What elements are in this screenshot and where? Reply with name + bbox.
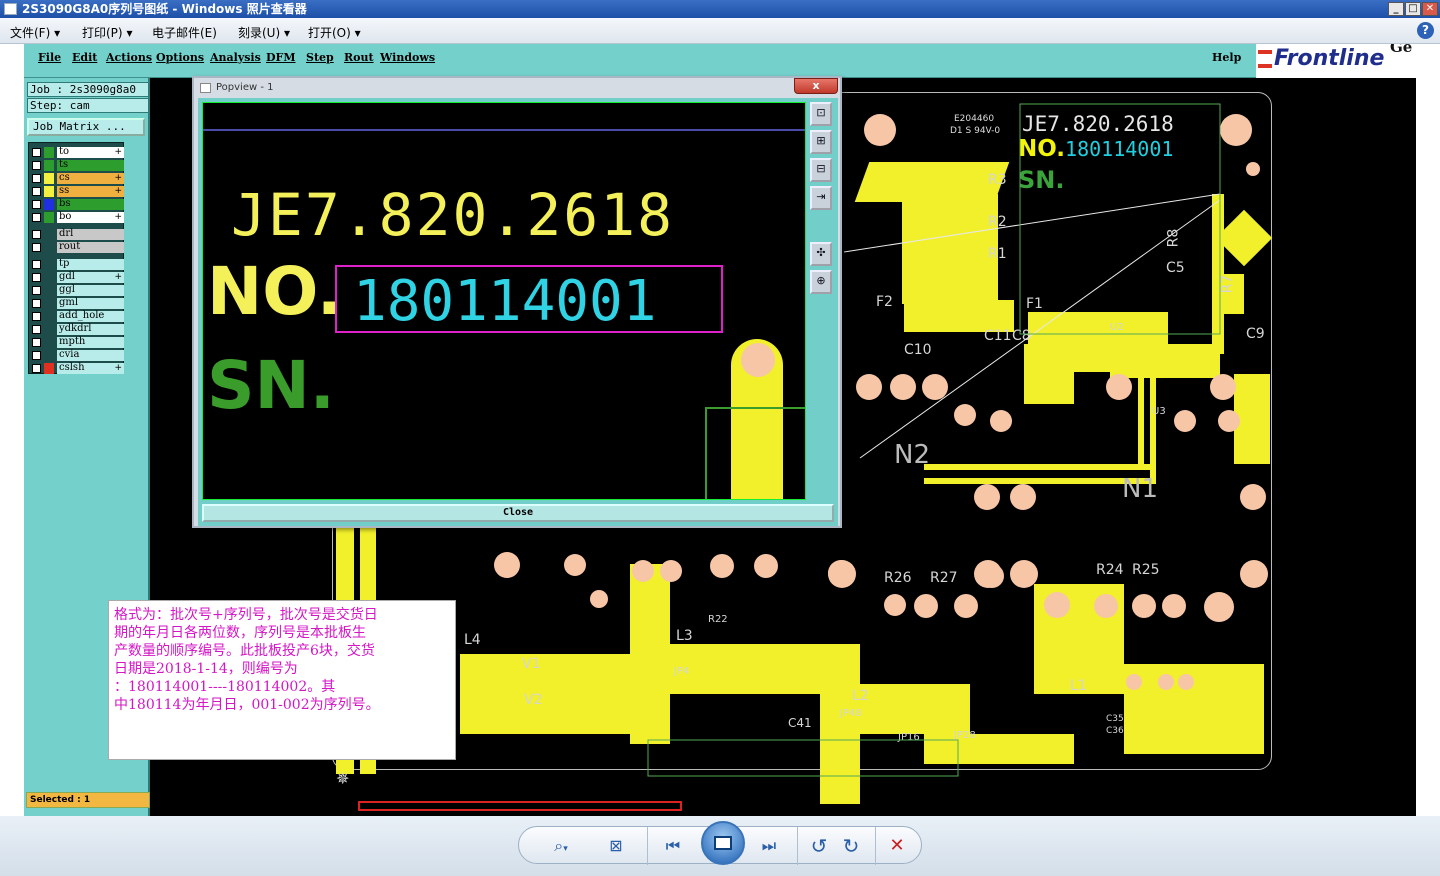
zoom-icon[interactable]: ⌕▾ (545, 835, 577, 857)
viewer-toolbar: ⌕▾ ⊠ ⏮ ⏭ ↺ ↻ ✕ (0, 816, 1440, 876)
annotation-note: 格式为：批次号+序列号，批次号是交货日 期的年月日各两位数，序列号是本批板生 产… (108, 600, 456, 760)
menu-open[interactable]: 打开(O) ▾ (308, 24, 361, 41)
minimize-button[interactable]: _ (1388, 2, 1404, 16)
menu-email[interactable]: 电子邮件(E) (152, 24, 217, 41)
rotate-counterclockwise-icon[interactable]: ↺ (807, 835, 831, 857)
app-icon (4, 3, 17, 15)
previous-image-icon[interactable]: ⏮ (659, 835, 687, 857)
crosshair-icon: ✵ (336, 769, 349, 788)
zoom-outline (705, 407, 707, 499)
toolbar-pill: ⌕▾ ⊠ ⏮ ⏭ ↺ ↻ ✕ (518, 821, 922, 865)
zoom-out-tool-icon: ⊞ (810, 130, 832, 154)
popview-window: Popview - 1 x JE7.820.2618 NO. 180114001… (192, 76, 842, 528)
note-line: 日期是2018-1-14，则编号为 (114, 661, 298, 677)
zoom-no-label: NO. (207, 253, 342, 330)
viewer-menu-bar: 文件(F) ▾ 打印(P) ▾ 电子邮件(E) 刻录(U) ▾ 打开(O) ▾ … (0, 18, 1440, 44)
menu-burn[interactable]: 刻录(U) ▾ (238, 24, 290, 41)
zoom-serial-number: 180114001 (353, 269, 657, 334)
photo-viewer-window: 2S3090G8A0序列号图纸 - Windows 照片查看器 _ □ ✕ 文件… (0, 0, 1440, 876)
selection-box (358, 801, 682, 811)
zoom-sn-label: SN. (207, 347, 335, 424)
zoom-fit-tool-icon: ⊟ (810, 158, 832, 182)
toolbar-divider (647, 827, 648, 865)
note-line: 期的年月日各两位数，序列号是本批板生 (114, 625, 366, 641)
zoom-in-tool-icon: ⊡ (810, 102, 832, 126)
fit-to-window-icon[interactable]: ⊠ (603, 835, 629, 857)
component-outline (647, 739, 959, 777)
help-icon[interactable]: ? (1417, 22, 1434, 39)
note-line: 格式为：批次号+序列号，批次号是交货日 (114, 607, 378, 623)
delete-icon[interactable]: ✕ (885, 835, 909, 857)
next-image-icon[interactable]: ⏭ (755, 835, 783, 857)
zoomed-pcb-view: JE7.820.2618 NO. 180114001 SN. (202, 102, 806, 500)
window-title-bar: 2S3090G8A0序列号图纸 - Windows 照片查看器 _ □ ✕ (0, 0, 1440, 18)
window-title: 2S3090G8A0序列号图纸 - Windows 照片查看器 (22, 2, 307, 16)
zoom-outline (705, 407, 805, 409)
menu-print[interactable]: 打印(P) ▾ (82, 24, 132, 41)
close-window-button[interactable]: ✕ (1422, 2, 1438, 16)
zoom-part-number: JE7.820.2618 (231, 181, 675, 249)
menu-file[interactable]: 文件(F) ▾ (10, 24, 60, 41)
note-line: ：180114001----180114002。其 (114, 679, 336, 695)
popview-body: JE7.820.2618 NO. 180114001 SN. ⊡ ⊞ ⊟ ⇥ ✣… (198, 98, 838, 526)
popview-close-icon: x (794, 78, 838, 94)
toolbar-divider (875, 827, 876, 865)
center-tool-icon: ⊕ (810, 270, 832, 294)
note-line: 中180114为年月日，001-002为序列号。 (114, 697, 380, 713)
zoom-pad-hole (741, 343, 775, 377)
popview-icon (200, 83, 211, 93)
maximize-button[interactable]: □ (1405, 2, 1421, 16)
popview-title-bar: Popview - 1 (194, 78, 840, 98)
zoom-home-tool-icon: ⇥ (810, 186, 832, 210)
photo-canvas: File Edit Actions Options Analysis DFM S… (24, 44, 1416, 816)
component-outline (1019, 103, 1221, 335)
zoom-top-line (203, 129, 805, 131)
popview-close-button: Close (202, 504, 834, 522)
pan-tool-icon: ✣ (810, 242, 832, 266)
note-line: 产数量的顺序编号。此批板投产6块，交货 (114, 643, 375, 659)
measure-line (859, 199, 1221, 459)
toolbar-divider (797, 827, 798, 865)
slideshow-button[interactable] (701, 821, 745, 865)
slideshow-screen-icon (714, 836, 732, 850)
measure-line (843, 193, 1221, 253)
rotate-clockwise-icon[interactable]: ↻ (839, 835, 863, 857)
popview-title: Popview - 1 (216, 82, 274, 93)
